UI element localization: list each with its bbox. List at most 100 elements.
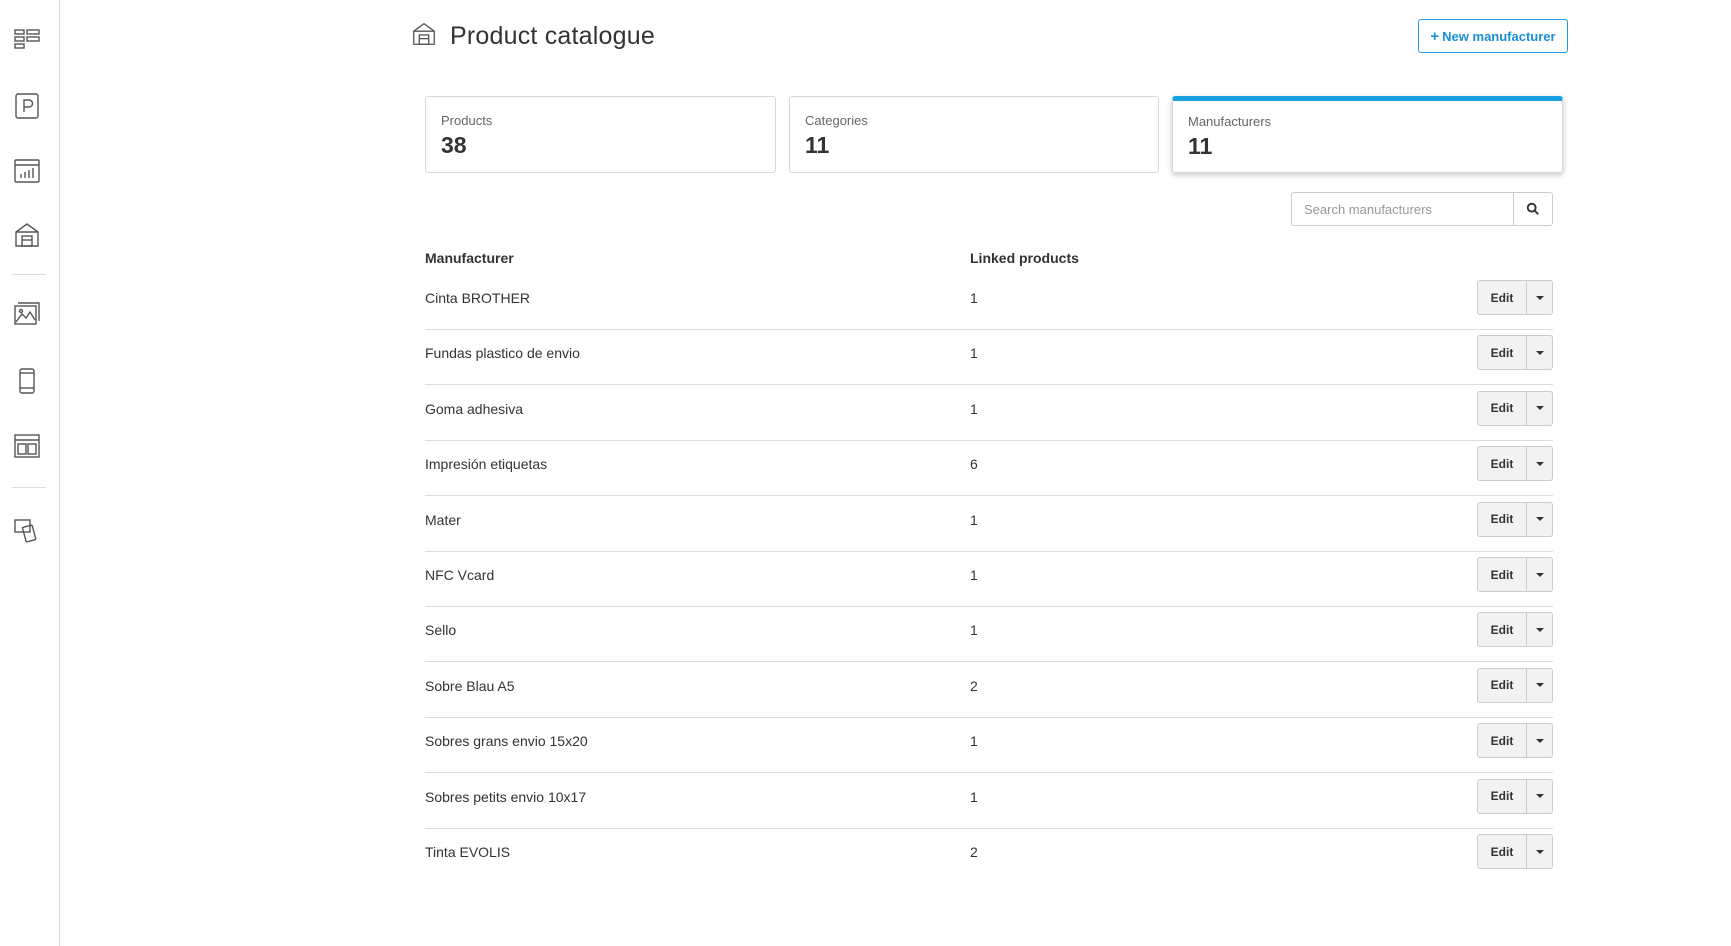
row-actions: Edit: [1477, 335, 1553, 371]
dashboard-icon[interactable]: [10, 22, 44, 56]
table-row: Sello 1 Edit: [425, 607, 1553, 663]
linked-products-count: 1: [970, 733, 978, 750]
devices-icon[interactable]: [10, 513, 44, 547]
manufacturer-name: Tinta EVOLIS: [425, 844, 511, 860]
linked-products-count: 1: [970, 345, 978, 362]
row-actions: Edit: [1477, 501, 1553, 537]
table-row: Sobres petits envio 10x17 1 Edit: [425, 774, 1553, 829]
plus-icon: +: [1430, 27, 1440, 45]
layout-icon[interactable]: [10, 429, 44, 463]
stat-card-manufacturers[interactable]: Manufacturers 11: [1172, 96, 1563, 173]
dropdown-toggle[interactable]: [1527, 723, 1553, 759]
linked-products-count: 1: [970, 511, 978, 528]
page-title: Product catalogue: [450, 22, 655, 50]
linked-products-count: 1: [970, 622, 978, 639]
linked-products-count: 1: [970, 788, 978, 805]
row-actions: Edit: [1477, 390, 1553, 426]
caret-down-icon: [1535, 627, 1544, 632]
manufacturer-name: Fundas plastico de envio: [425, 345, 580, 362]
edit-button[interactable]: Edit: [1477, 557, 1527, 592]
edit-button[interactable]: Edit: [1477, 778, 1527, 814]
caret-down-icon: [1535, 406, 1544, 411]
sidebar-divider: [12, 487, 46, 488]
manufacturer-name: Sobre Blau A5: [425, 677, 515, 694]
mobile-icon[interactable]: [10, 364, 44, 398]
table-row: Mater 1 Edit: [425, 497, 1553, 552]
linked-products-count: 1: [970, 400, 978, 417]
search-button[interactable]: [1513, 192, 1553, 226]
stat-card-products[interactable]: Products 38: [425, 96, 776, 173]
linked-products-count: 1: [970, 567, 978, 583]
table-row: Goma adhesiva 1 Edit: [425, 386, 1553, 441]
edit-button[interactable]: Edit: [1477, 834, 1527, 869]
manufacturer-name: NFC Vcard: [425, 567, 495, 583]
manufacturer-name: Goma adhesiva: [425, 400, 524, 417]
stats-icon[interactable]: [10, 154, 44, 188]
stat-card-categories[interactable]: Categories 11: [789, 96, 1159, 173]
edit-button[interactable]: Edit: [1477, 280, 1527, 315]
store-icon: [410, 20, 450, 53]
caret-down-icon: [1535, 572, 1544, 577]
parking-icon[interactable]: [10, 89, 44, 123]
table-row: Impresión etiquetas 6 Edit: [425, 441, 1553, 497]
linked-products-count: 1: [970, 290, 978, 306]
column-header-manufacturer: Manufacturer: [425, 250, 514, 266]
caret-down-icon: [1535, 461, 1544, 466]
sidebar: [0, 0, 60, 946]
dropdown-toggle[interactable]: [1527, 446, 1553, 482]
caret-down-icon: [1535, 683, 1544, 688]
row-actions: Edit: [1477, 723, 1553, 759]
caret-down-icon: [1535, 350, 1544, 355]
row-actions: Edit: [1477, 667, 1553, 703]
edit-button[interactable]: Edit: [1477, 501, 1527, 537]
linked-products-count: 2: [970, 844, 978, 860]
search-input[interactable]: [1291, 192, 1514, 226]
dropdown-toggle[interactable]: [1527, 280, 1553, 315]
dropdown-toggle[interactable]: [1527, 667, 1553, 703]
manufacturer-name: Sobres petits envio 10x17: [425, 788, 587, 805]
dropdown-toggle[interactable]: [1527, 557, 1553, 592]
new-manufacturer-label: New manufacturer: [1442, 28, 1556, 44]
linked-products-count: 2: [970, 677, 978, 694]
manufacturer-name: Mater: [425, 511, 461, 528]
stat-value: 11: [1188, 133, 1213, 159]
stat-value: 38: [441, 132, 467, 158]
table-row: Sobres grans envio 15x20 1 Edit: [425, 718, 1553, 774]
manufacturer-name: Cinta BROTHER: [425, 290, 531, 306]
linked-products-count: 6: [970, 456, 978, 473]
dropdown-toggle[interactable]: [1527, 390, 1553, 426]
table-row: Sobre Blau A5 2 Edit: [425, 663, 1553, 718]
edit-button[interactable]: Edit: [1477, 667, 1527, 703]
search-icon: [1526, 202, 1539, 215]
sidebar-divider: [12, 274, 46, 275]
edit-button[interactable]: Edit: [1477, 335, 1527, 371]
edit-button[interactable]: Edit: [1477, 723, 1527, 759]
caret-down-icon: [1535, 738, 1544, 743]
row-actions: Edit: [1477, 557, 1553, 592]
gallery-icon[interactable]: [10, 298, 44, 332]
dropdown-toggle[interactable]: [1527, 612, 1553, 648]
dropdown-toggle[interactable]: [1527, 834, 1553, 869]
manufacturer-name: Impresión etiquetas: [425, 456, 548, 473]
column-header-linked-products: Linked products: [970, 250, 1079, 266]
table-row: NFC Vcard 1 Edit: [425, 552, 1553, 607]
table-row: Fundas plastico de envio 1 Edit: [425, 330, 1553, 386]
new-manufacturer-button[interactable]: + New manufacturer: [1418, 19, 1568, 53]
row-actions: Edit: [1477, 834, 1553, 869]
dropdown-toggle[interactable]: [1527, 501, 1553, 537]
manufacturer-name: Sobres grans envio 15x20: [425, 733, 588, 750]
store-icon[interactable]: [10, 218, 44, 252]
row-actions: Edit: [1477, 778, 1553, 814]
stat-label: Products: [441, 113, 493, 128]
dropdown-toggle[interactable]: [1527, 335, 1553, 371]
edit-button[interactable]: Edit: [1477, 446, 1527, 482]
stat-label: Manufacturers: [1188, 114, 1272, 129]
manufacturer-name: Sello: [425, 622, 457, 639]
table-row: Tinta EVOLIS 2 Edit: [425, 829, 1553, 884]
caret-down-icon: [1535, 849, 1544, 854]
edit-button[interactable]: Edit: [1477, 612, 1527, 648]
caret-down-icon: [1535, 295, 1544, 300]
edit-button[interactable]: Edit: [1477, 390, 1527, 426]
dropdown-toggle[interactable]: [1527, 778, 1553, 814]
caret-down-icon: [1535, 794, 1544, 799]
